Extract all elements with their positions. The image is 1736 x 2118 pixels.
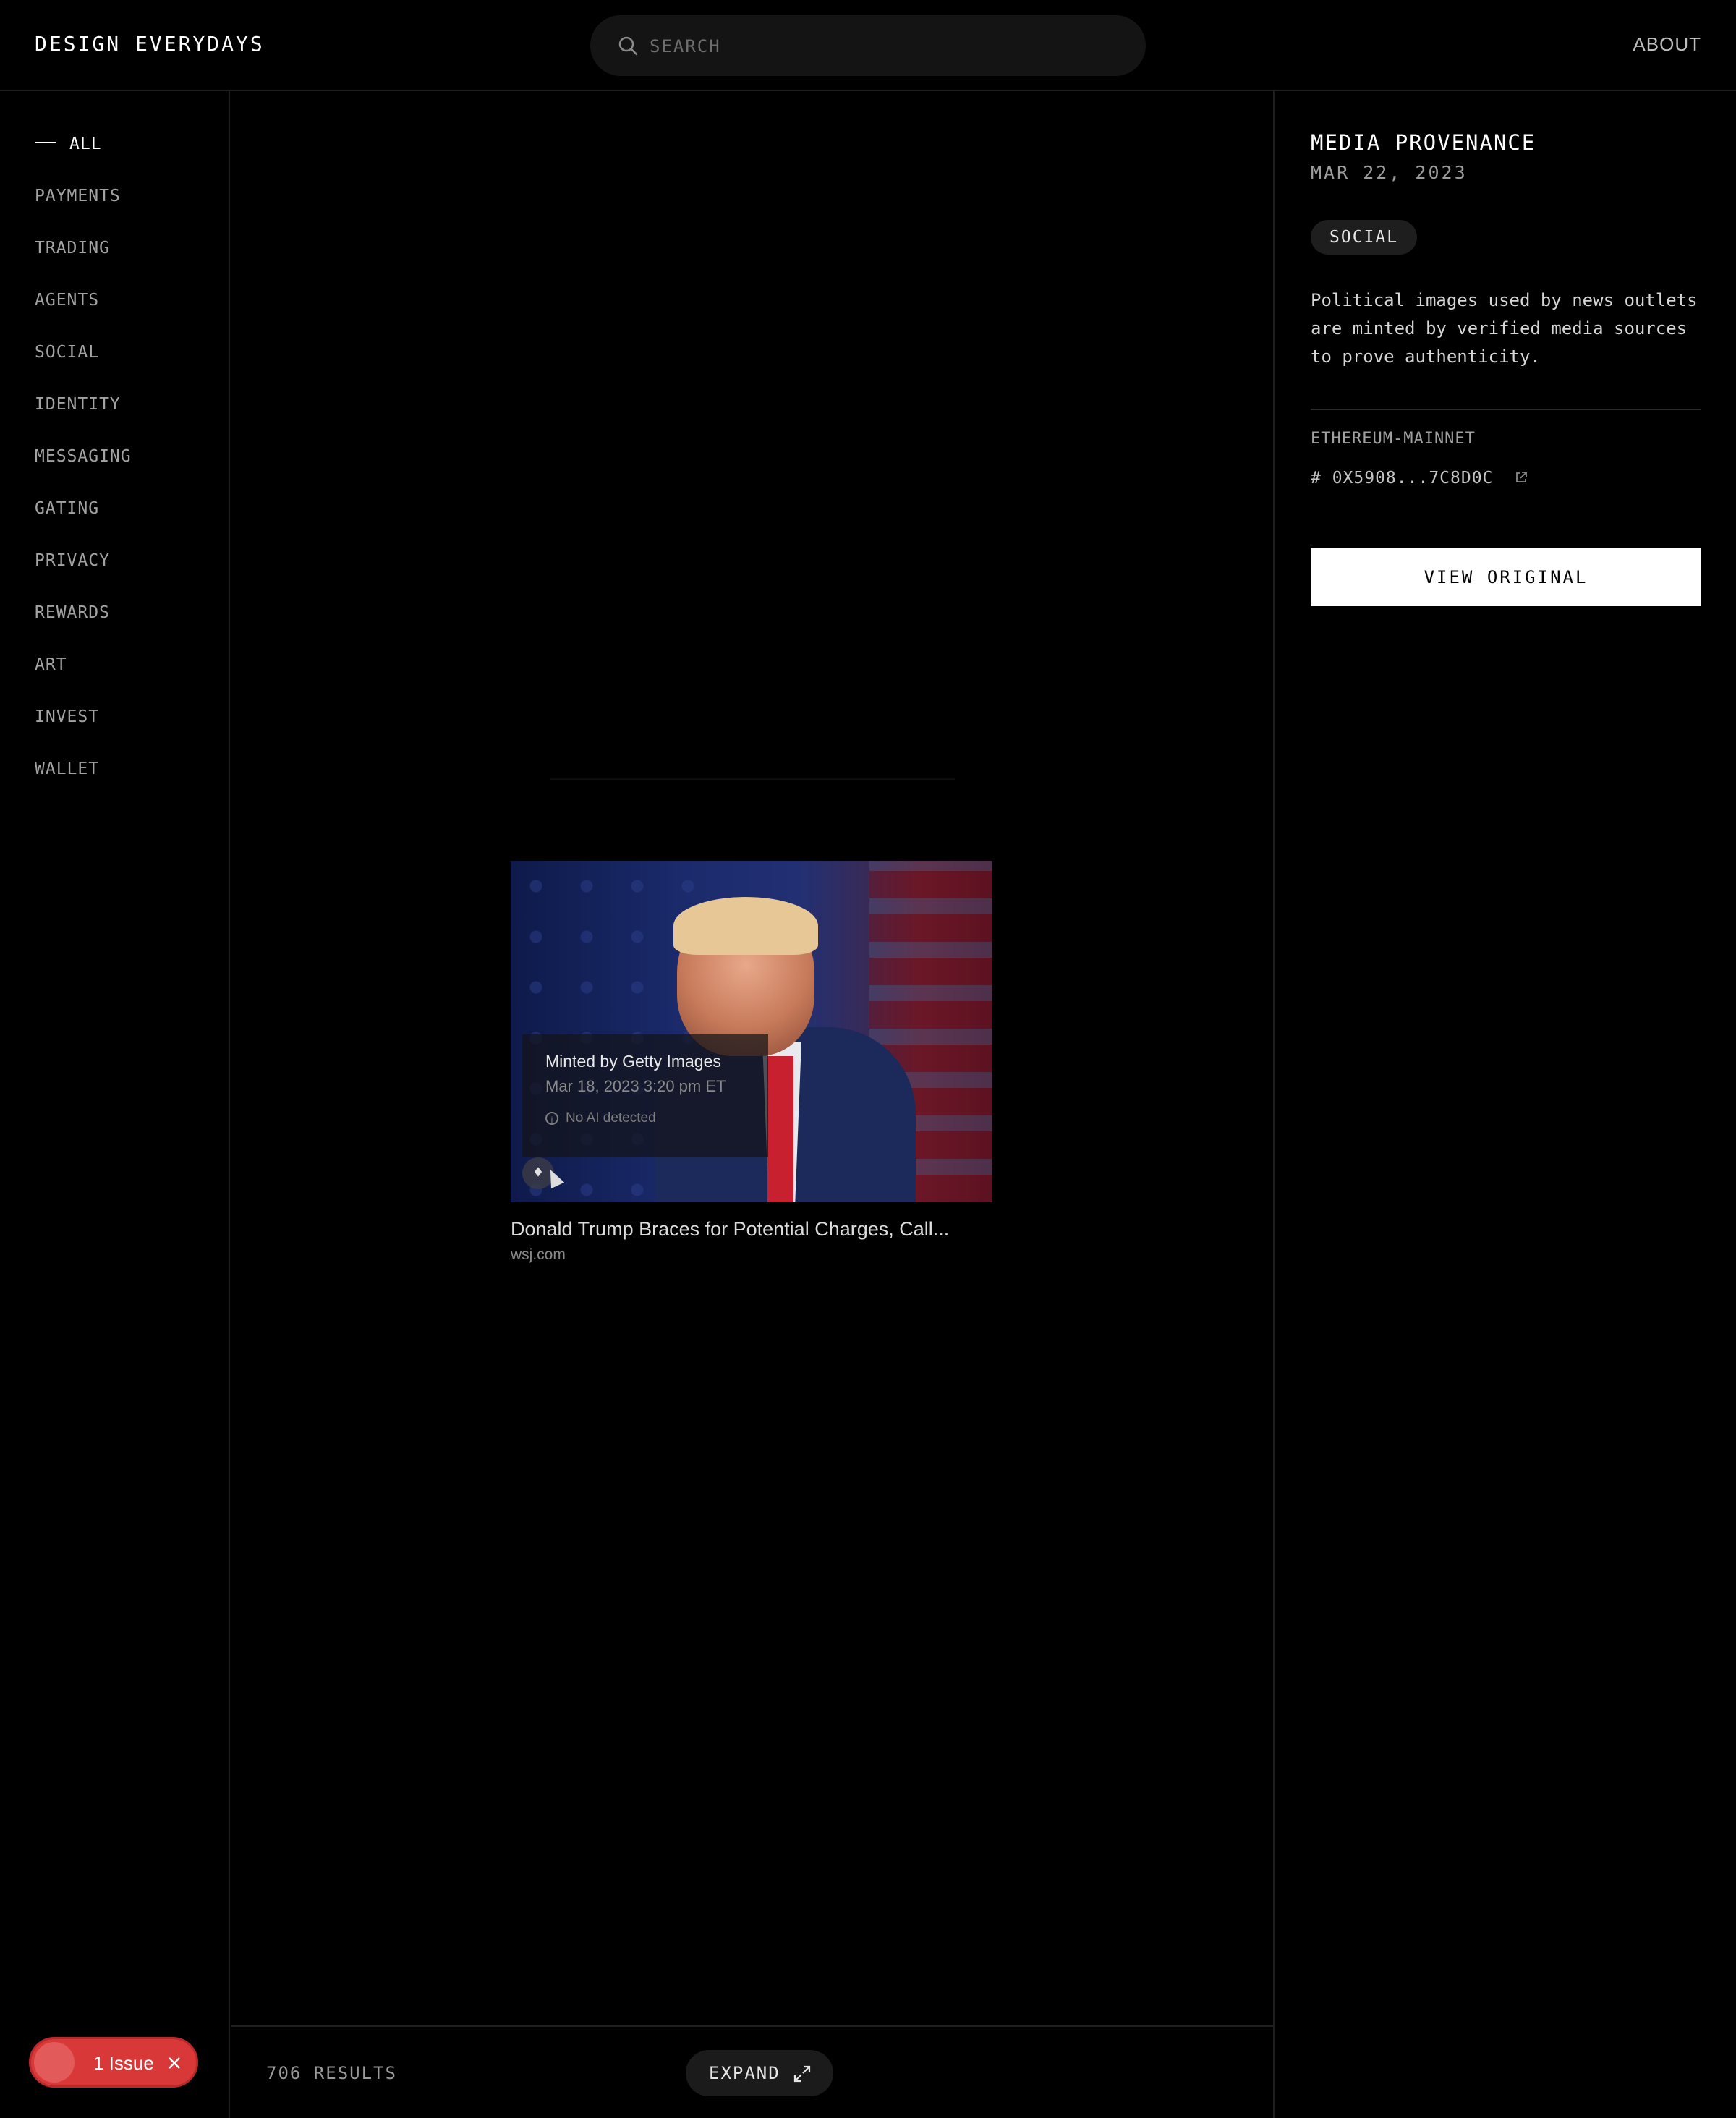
detail-date: MAR 22, 2023 bbox=[1311, 162, 1468, 183]
tie-shape bbox=[767, 1056, 793, 1202]
close-icon[interactable] bbox=[167, 2056, 182, 2070]
active-indicator bbox=[35, 141, 56, 143]
main-canvas: Minted by Getty Images Mar 18, 2023 3:20… bbox=[231, 91, 1273, 2027]
ai-status: i No AI detected bbox=[545, 1110, 745, 1126]
expand-arrows-icon bbox=[793, 2065, 811, 2083]
category-tag[interactable]: SOCIAL bbox=[1311, 220, 1418, 255]
sidebar-item-agents[interactable]: AGENTS bbox=[35, 291, 99, 310]
hair-shape bbox=[673, 897, 818, 955]
view-original-button[interactable]: VIEW ORIGINAL bbox=[1311, 548, 1701, 606]
minted-date: Mar 18, 2023 3:20 pm ET bbox=[545, 1077, 726, 1095]
category-sidebar: ALL PAYMENTS TRADING AGENTS SOCIAL IDENT… bbox=[0, 91, 230, 2118]
results-bar: 706 RESULTS EXPAND bbox=[231, 2025, 1273, 2118]
sidebar-item-privacy[interactable]: PRIVACY bbox=[35, 551, 110, 570]
contract-hash: # 0X5908...7C8D0C bbox=[1311, 469, 1494, 488]
ai-status-text: No AI detected bbox=[566, 1110, 656, 1126]
sidebar-item-art[interactable]: ART bbox=[35, 655, 67, 674]
detail-panel: MEDIA PROVENANCE MAR 22, 2023 SOCIAL Pol… bbox=[1273, 91, 1736, 2118]
sidebar-item-trading[interactable]: TRADING bbox=[35, 239, 110, 258]
sidebar-item-messaging[interactable]: MESSAGING bbox=[35, 447, 132, 466]
search-input[interactable] bbox=[648, 31, 1114, 61]
external-link-icon bbox=[1516, 471, 1528, 482]
sidebar-item-label: ALL bbox=[69, 135, 102, 153]
issue-label: 1 Issue bbox=[93, 2052, 154, 2074]
sidebar-item-rewards[interactable]: REWARDS bbox=[35, 603, 110, 622]
divider bbox=[550, 778, 955, 780]
expand-label: EXPAND bbox=[709, 2063, 780, 2083]
issue-indicator[interactable]: 1 Issue bbox=[29, 2037, 198, 2088]
sidebar-item-payments[interactable]: PAYMENTS bbox=[35, 187, 121, 205]
card-source: wsj.com bbox=[511, 1246, 566, 1263]
sidebar-item-identity[interactable]: IDENTITY bbox=[35, 395, 121, 414]
search-bar[interactable] bbox=[590, 15, 1146, 76]
sidebar-item-all[interactable]: ALL bbox=[35, 135, 102, 153]
minted-by-text: Minted by Getty Images bbox=[545, 1052, 721, 1071]
info-icon: i bbox=[545, 1112, 558, 1125]
chain-name: ETHEREUM-MAINNET bbox=[1311, 430, 1476, 448]
detail-title: MEDIA PROVENANCE bbox=[1311, 130, 1536, 155]
sidebar-item-social[interactable]: SOCIAL bbox=[35, 343, 99, 362]
about-link[interactable]: ABOUT bbox=[1633, 33, 1701, 56]
expand-button[interactable]: EXPAND bbox=[686, 2050, 833, 2096]
contract-hash-link[interactable]: # 0X5908...7C8D0C bbox=[1311, 469, 1528, 488]
search-icon bbox=[618, 36, 638, 56]
sidebar-item-wallet[interactable]: WALLET bbox=[35, 760, 99, 778]
divider bbox=[1311, 409, 1701, 410]
provenance-overlay: Minted by Getty Images Mar 18, 2023 3:20… bbox=[522, 1034, 768, 1157]
detail-description: Political images used by news outlets ar… bbox=[1311, 290, 1698, 367]
sidebar-item-invest[interactable]: INVEST bbox=[35, 707, 99, 726]
issue-dot bbox=[34, 2042, 75, 2083]
results-count: 706 RESULTS bbox=[266, 2063, 397, 2083]
top-header: DESIGN EVERYDAYS ABOUT bbox=[0, 0, 1736, 91]
news-photo: Minted by Getty Images Mar 18, 2023 3:20… bbox=[511, 861, 992, 1202]
card-title[interactable]: Donald Trump Braces for Potential Charge… bbox=[511, 1218, 992, 1241]
site-logo-text[interactable]: DESIGN EVERYDAYS bbox=[35, 32, 265, 56]
preview-card[interactable]: Minted by Getty Images Mar 18, 2023 3:20… bbox=[511, 861, 992, 1264]
sidebar-item-gating[interactable]: GATING bbox=[35, 499, 99, 518]
